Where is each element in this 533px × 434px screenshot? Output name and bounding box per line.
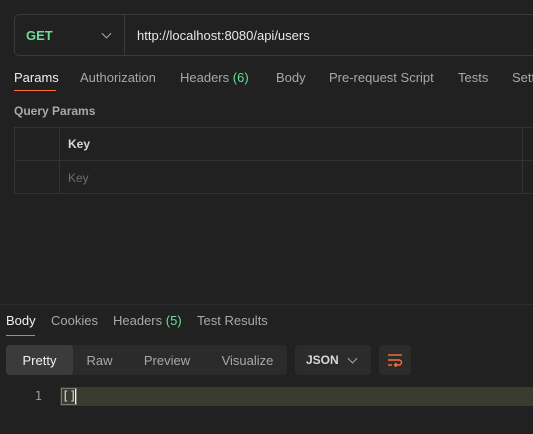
tab-response-body[interactable]: Body bbox=[6, 313, 36, 328]
active-line-highlight bbox=[60, 387, 533, 406]
text-cursor bbox=[75, 389, 76, 404]
headers-count-badge: (6) bbox=[232, 70, 249, 85]
language-select[interactable]: JSON bbox=[295, 345, 371, 375]
url-input[interactable]: http://localhost:8080/api/users bbox=[125, 28, 310, 43]
request-url-bar: GET http://localhost:8080/api/users bbox=[14, 14, 533, 56]
checkbox-column-header bbox=[15, 128, 60, 160]
tab-pre-request-script[interactable]: Pre-request Script bbox=[329, 70, 434, 85]
tab-label: Authorization bbox=[80, 70, 156, 85]
response-editor-line[interactable]: 1 [] bbox=[0, 387, 533, 406]
tab-headers[interactable]: Headers (6) bbox=[180, 70, 249, 85]
method-label: GET bbox=[26, 27, 53, 43]
line-number: 1 bbox=[34, 389, 42, 403]
request-tabs: Params Authorization Headers (6) Body Pr… bbox=[14, 70, 533, 91]
tab-params[interactable]: Params bbox=[14, 70, 59, 85]
tab-tests[interactable]: Tests bbox=[458, 70, 488, 85]
visualize-button[interactable]: Visualize bbox=[208, 345, 287, 375]
preview-button[interactable]: Preview bbox=[126, 345, 208, 375]
tab-label: Test Results bbox=[197, 313, 268, 328]
raw-button[interactable]: Raw bbox=[73, 345, 126, 375]
query-params-label: Query Params bbox=[14, 104, 96, 118]
key-column-header: Key bbox=[60, 128, 523, 160]
tab-label: Setti bbox=[512, 70, 533, 85]
method-select[interactable]: GET bbox=[15, 15, 125, 55]
table-row: Key bbox=[15, 161, 533, 194]
query-params-table: Key Key bbox=[14, 127, 533, 194]
tab-label: Body bbox=[276, 70, 306, 85]
active-tab-indicator bbox=[14, 90, 56, 91]
tab-label: Headers bbox=[113, 313, 163, 328]
tab-label: Body bbox=[6, 313, 36, 328]
response-tabs: Body Cookies Headers (5) Test Results bbox=[6, 313, 533, 336]
row-checkbox-cell bbox=[15, 161, 60, 194]
wrap-lines-button[interactable] bbox=[379, 345, 411, 375]
tab-authorization[interactable]: Authorization bbox=[80, 70, 156, 85]
chevron-down-icon bbox=[347, 353, 358, 364]
chevron-down-icon bbox=[101, 28, 112, 39]
tab-label: Tests bbox=[458, 70, 489, 85]
tab-test-results[interactable]: Test Results bbox=[197, 313, 268, 328]
headers-count-badge: (5) bbox=[165, 313, 182, 328]
language-select-label: JSON bbox=[306, 353, 339, 367]
pretty-button[interactable]: Pretty bbox=[6, 345, 73, 375]
tab-label: Pre-request Script bbox=[329, 70, 434, 85]
tab-label: Cookies bbox=[51, 313, 98, 328]
pane-divider[interactable] bbox=[0, 304, 533, 305]
table-header-row: Key bbox=[15, 128, 533, 161]
app-root: GET http://localhost:8080/api/users Para… bbox=[0, 0, 533, 434]
active-tab-indicator bbox=[6, 335, 35, 336]
tab-label: Headers bbox=[180, 70, 230, 85]
format-toggle-group: Pretty Raw Preview Visualize bbox=[6, 345, 287, 375]
param-key-input[interactable]: Key bbox=[60, 161, 523, 194]
tab-label: Params bbox=[14, 70, 59, 85]
tab-settings[interactable]: Setti bbox=[512, 70, 533, 85]
tab-response-headers[interactable]: Headers (5) bbox=[113, 313, 182, 328]
tab-cookies[interactable]: Cookies bbox=[51, 313, 98, 328]
tab-body[interactable]: Body bbox=[276, 70, 306, 85]
wrap-lines-icon bbox=[388, 354, 403, 367]
